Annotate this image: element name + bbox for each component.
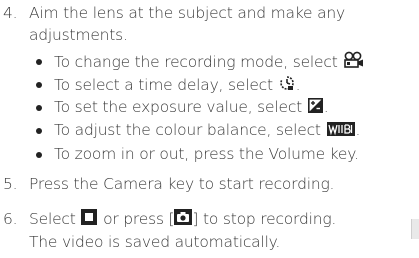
step-text: Select or press [ ] to stop recording.: [29, 209, 336, 230]
bullet-icon: [36, 82, 42, 88]
step-text: adjustments.: [29, 26, 128, 44]
exposure-icon: [307, 97, 323, 118]
bullet-icon: [36, 105, 42, 111]
instruction-document: 4. Aim the lens at the subject and make …: [0, 0, 419, 258]
step-text-part: Select: [29, 210, 76, 228]
bullet-icon: [36, 59, 42, 65]
recording-mode-icon: [343, 51, 365, 74]
bullet-text: To change the recording mode, select: [54, 51, 366, 74]
step-number: 6.: [3, 210, 18, 228]
bullet-text-before: To set the exposure value, select: [54, 98, 303, 116]
camera-key-icon: [174, 209, 193, 230]
stop-icon: [81, 209, 98, 230]
bullet-text-before: To select a time delay, select: [54, 76, 273, 94]
bullet-text-before: To change the recording mode, select: [54, 53, 338, 71]
white-balance-icon: [326, 121, 355, 141]
step-text-part: ] to stop recording.: [192, 210, 337, 228]
bullet-text-before: To adjust the colour balance, select: [54, 121, 321, 139]
step-text-part: or press [: [103, 210, 175, 228]
timer-icon: [279, 74, 295, 97]
step-text: Press the Camera key to start recording.: [29, 175, 335, 193]
bullet-text: To zoom in or out, press the Volume key.: [54, 145, 359, 163]
bullet-icon: [36, 128, 42, 134]
step-text: The video is saved automatically.: [29, 233, 281, 251]
bullet-text: To adjust the colour balance, select .: [54, 120, 360, 141]
bullet-icon: [36, 152, 42, 158]
bullet-text: To set the exposure value, select .: [54, 97, 329, 118]
step-number: 4.: [3, 4, 18, 22]
step-number: 5.: [3, 175, 18, 193]
bullet-text-after: .: [323, 98, 329, 116]
page-edge-divider: [411, 219, 419, 239]
step-text: Aim the lens at the subject and make any: [29, 4, 346, 22]
bullet-text: To select a time delay, select .: [54, 74, 301, 97]
bullet-text-after: .: [355, 121, 361, 139]
bullet-text-after: .: [295, 76, 301, 94]
